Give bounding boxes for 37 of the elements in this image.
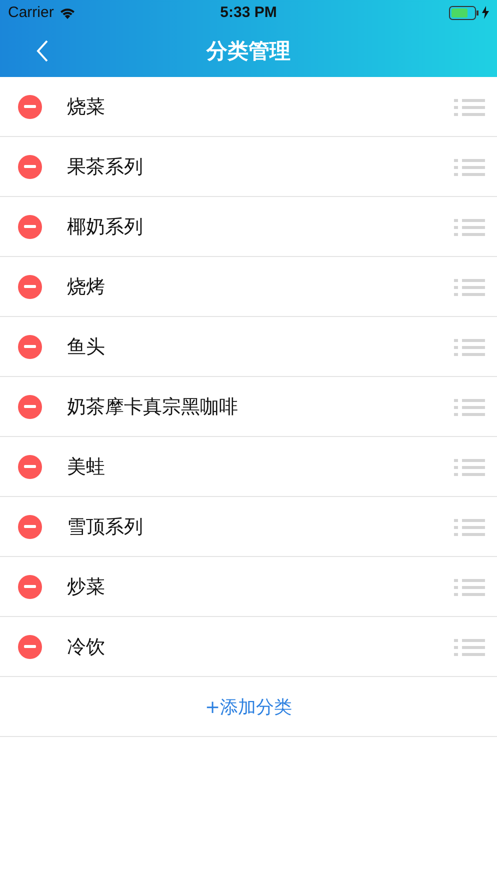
battery-icon (449, 6, 479, 20)
delete-button[interactable] (18, 394, 42, 418)
delete-button[interactable] (18, 514, 42, 538)
add-category-link[interactable]: +添加分类 (204, 694, 292, 718)
reorder-handle[interactable] (454, 278, 485, 296)
reorder-handle[interactable] (454, 158, 485, 176)
delete-button[interactable] (18, 214, 42, 238)
reorder-handle[interactable] (454, 578, 485, 596)
clock-time: 5:33 PM (220, 4, 277, 21)
reorder-handle[interactable] (454, 518, 485, 536)
delete-button[interactable] (18, 94, 42, 118)
reorder-handle[interactable] (454, 98, 485, 116)
page-title: 分类管理 (206, 38, 290, 65)
delete-button[interactable] (18, 634, 42, 658)
reorder-handle[interactable] (454, 638, 485, 656)
reorder-handle[interactable] (454, 218, 485, 236)
charging-icon (482, 6, 489, 19)
category-name: 烧菜 (67, 94, 105, 120)
category-name: 炒菜 (67, 574, 105, 600)
delete-button[interactable] (18, 334, 42, 358)
category-name: 雪顶系列 (67, 514, 143, 540)
wifi-icon (58, 6, 76, 18)
delete-button[interactable] (18, 574, 42, 598)
category-name: 果茶系列 (67, 154, 143, 180)
category-name: 美蛙 (67, 454, 105, 480)
category-name: 鱼头 (67, 334, 105, 360)
carrier-name: Carrier (8, 4, 54, 21)
delete-button[interactable] (18, 454, 42, 478)
reorder-handle[interactable] (454, 338, 485, 356)
category-name: 烧烤 (67, 274, 105, 300)
reorder-handle[interactable] (454, 398, 485, 416)
category-name: 椰奶系列 (67, 214, 143, 240)
delete-button[interactable] (18, 274, 42, 298)
delete-button[interactable] (18, 154, 42, 178)
reorder-handle[interactable] (454, 458, 485, 476)
category-name: 奶茶摩卡真宗黑咖啡 (67, 394, 238, 420)
category-name: 冷饮 (67, 634, 105, 660)
